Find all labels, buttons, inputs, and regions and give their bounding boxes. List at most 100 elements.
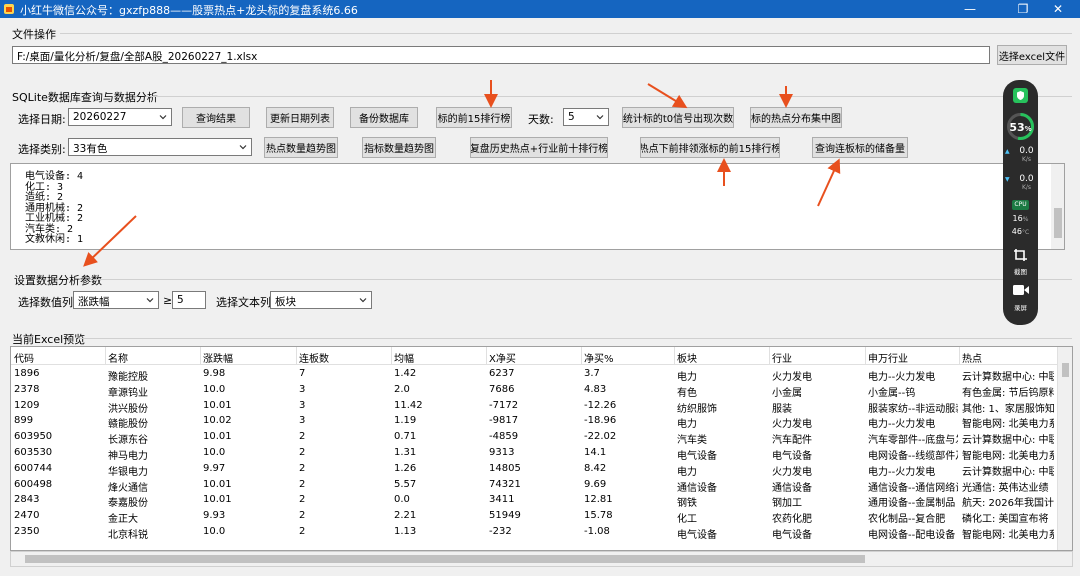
divider — [94, 279, 1072, 280]
column-header[interactable]: 连板数 — [299, 350, 329, 365]
column-separator[interactable] — [486, 347, 487, 364]
column-header[interactable]: 热点 — [962, 350, 982, 365]
limitup-reserve-button[interactable]: 查询连板标的储备量 — [812, 137, 908, 158]
table-cell: 通信设备--通信网络设备 — [868, 482, 958, 494]
hot-trend-button[interactable]: 热点数量趋势图 — [264, 137, 338, 158]
table-row[interactable]: 600744 华银电力 9.97 2 1.26 14805 8.42 电力 火力发电 电力--火力… — [11, 461, 1057, 478]
column-header[interactable]: 行业 — [772, 350, 792, 365]
table-cell: 云计算数据中心: 中联 — [962, 466, 1054, 478]
column-separator[interactable] — [769, 347, 770, 364]
table-cell: 2.21 — [394, 510, 417, 522]
days-select[interactable]: 5 — [563, 108, 609, 126]
scroll-thumb[interactable] — [25, 555, 865, 563]
table-cell: 有色 — [677, 387, 697, 399]
preview-label: 当前Excel预览 — [12, 333, 86, 346]
table-cell: 2 — [299, 431, 306, 443]
scroll-thumb[interactable] — [1054, 208, 1062, 238]
column-separator[interactable] — [674, 347, 675, 364]
db-section-label: SQLite数据库查询与数据分析 — [12, 91, 158, 104]
column-header[interactable]: 涨跌幅 — [203, 350, 233, 365]
close-icon[interactable]: ✕ — [1036, 0, 1080, 18]
screenshot-icon[interactable] — [1013, 248, 1028, 262]
column-header[interactable]: 代码 — [14, 350, 34, 365]
column-header[interactable]: 名称 — [108, 350, 128, 365]
column-separator[interactable] — [865, 347, 866, 364]
column-separator[interactable] — [296, 347, 297, 364]
category-select[interactable]: 33有色 — [68, 138, 252, 156]
table-row[interactable]: 1209 洪兴股份 10.01 3 11.42 -7172 -12.26 纺织服饰 服装 服装家纺… — [11, 398, 1057, 415]
hotspot-distribution-button[interactable]: 标的热点分布集中图 — [750, 107, 842, 128]
column-header[interactable]: 均幅 — [394, 350, 414, 365]
annotation-arrow — [647, 83, 688, 109]
table-cell: 14.1 — [584, 447, 607, 458]
column-header[interactable]: 板块 — [677, 350, 697, 365]
cpu-percent: 16 — [1012, 214, 1023, 223]
system-monitor-widget[interactable]: 53% ▲ 0.0 K/s ▼ 0.0 K/s CPU 16% 46°C 截图 … — [1003, 80, 1038, 325]
table-row[interactable]: 2843 泰嘉股份 10.01 2 0.0 3411 12.81 钢铁 钢加工 通用设备--金属制… — [11, 492, 1057, 509]
table-cell: 1896 — [14, 368, 40, 379]
table-cell: 通信设备 — [677, 482, 717, 494]
table-cell: 电力--火力发电 — [868, 372, 936, 383]
table-row[interactable]: 600498 烽火通信 10.01 2 5.57 74321 9.69 通信设备 通信设备 通信设… — [11, 477, 1057, 494]
column-separator[interactable] — [391, 347, 392, 364]
column-separator[interactable] — [105, 347, 106, 364]
table-cell: 600498 — [14, 478, 53, 490]
column-header[interactable]: 净买% — [584, 350, 614, 365]
scroll-thumb[interactable] — [1062, 363, 1069, 377]
column-separator[interactable] — [200, 347, 201, 364]
table-cell: 华银电力 — [108, 466, 148, 478]
table-cell: 小金属 — [772, 387, 802, 399]
text-column-select[interactable]: 板块 — [270, 291, 372, 309]
file-path-input[interactable]: F:/桌面/量化分析/复盘/全部A股_20260227_1.xlsx — [12, 46, 990, 64]
table-row[interactable]: 1896 豫能控股 9.98 7 1.42 6237 3.7 电力 火力发电 电力--火力发电 云计… — [11, 366, 1057, 383]
date-select[interactable]: 20260227 — [68, 108, 172, 126]
column-header[interactable]: X净买 — [489, 350, 516, 365]
text-column-label: 选择文本列: — [216, 296, 275, 309]
threshold-input[interactable]: 5 — [172, 291, 206, 309]
table-cell: 烽火通信 — [108, 482, 148, 494]
review-history-button[interactable]: 复盘历史热点+行业前十排行榜 — [470, 137, 608, 158]
table-cell: 14805 — [489, 462, 521, 474]
download-speed: 0.0 — [1019, 174, 1034, 184]
table-cell: 10.01 — [203, 478, 232, 490]
update-dates-button[interactable]: 更新日期列表 — [266, 107, 334, 128]
upload-unit: K/s — [1021, 156, 1032, 163]
minimize-icon[interactable]: — — [948, 0, 992, 18]
t0-signal-button[interactable]: 统计标的t0信号出现次数 — [622, 107, 734, 128]
preview-horizontal-scrollbar[interactable] — [10, 551, 1073, 567]
backup-button[interactable]: 备份数据库 — [350, 107, 418, 128]
table-row[interactable]: 899 赣能股份 10.02 3 1.19 -9817 -18.96 电力 火力发电 电力--火力… — [11, 413, 1057, 430]
column-header[interactable]: 申万行业 — [868, 350, 908, 365]
column-separator[interactable] — [959, 347, 960, 364]
choose-excel-button[interactable]: 选择excel文件 — [997, 45, 1067, 65]
table-cell: 电力 — [677, 372, 697, 383]
index-trend-button[interactable]: 指标数量趋势图 — [362, 137, 436, 158]
table-cell: 10.0 — [203, 447, 226, 458]
table-row[interactable]: 603530 神马电力 10.0 2 1.31 9313 14.1 电气设备 电气设备 电网设备-… — [11, 445, 1057, 462]
excel-preview-table[interactable]: 代码 名称 涨跌幅 连板数 均幅 X净买 净买% 板块 行业 申万行业 热点 1896 豫能控股 9.98… — [10, 346, 1073, 551]
table-cell: 10.0 — [203, 526, 226, 537]
column-separator[interactable] — [581, 347, 582, 364]
hot-top15-button[interactable]: 热点下前排领涨标的前15排行榜 — [640, 137, 780, 158]
table-cell: 3 — [299, 415, 306, 427]
table-row[interactable]: 603950 长源东谷 10.01 2 0.71 -4859 -22.02 汽车类 汽车配件 汽车… — [11, 429, 1057, 447]
table-row[interactable]: 2470 金正大 9.93 2 2.21 51949 15.78 化工 农药化肥 农化制品--复合… — [11, 508, 1057, 526]
table-cell: 4.83 — [584, 383, 607, 395]
query-button[interactable]: 查询结果 — [182, 107, 250, 128]
record-icon[interactable] — [1013, 284, 1029, 296]
table-cell: 3 — [299, 383, 306, 395]
table-row[interactable]: 2350 北京科锐 10.0 2 1.13 -232 -1.08 电气设备 电气设备 电网设备--… — [11, 524, 1057, 541]
numeric-column-select[interactable]: 涨跌幅 — [73, 291, 159, 309]
table-cell: 农药化肥 — [772, 514, 812, 526]
table-row[interactable]: 2378 章源钨业 10.0 3 2.0 7686 4.83 有色 小金属 小金属--钨 有色金属:… — [11, 382, 1057, 399]
output-textarea[interactable]: 电气设备: 4 化工: 3 造纸: 2 通用机械: 2 工业机械: 2 汽车类:… — [10, 163, 1065, 250]
preview-vertical-scrollbar[interactable] — [1057, 347, 1072, 550]
table-cell: 10.01 — [203, 494, 232, 506]
table-cell: 2378 — [14, 383, 40, 395]
table-cell: 智能电网: 北美电力系统 — [962, 451, 1054, 462]
table-cell: 云计算数据中心: 中联 — [962, 435, 1054, 447]
top15-button[interactable]: 标的前15排行榜 — [436, 107, 512, 128]
output-scrollbar[interactable] — [1051, 164, 1064, 249]
table-cell: 2.0 — [394, 383, 410, 395]
table-cell: 洪兴股份 — [108, 403, 148, 415]
